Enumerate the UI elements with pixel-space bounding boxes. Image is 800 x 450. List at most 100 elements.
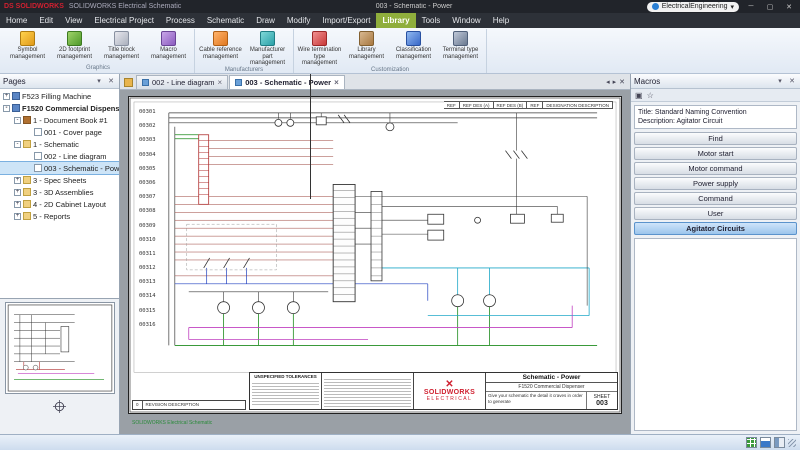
menu-tab-label: Electrical Project: [94, 16, 154, 25]
ribbon-button-label: Title block management: [103, 47, 140, 60]
tree-expander-icon[interactable]: +: [3, 92, 10, 100]
wire-number-column: 00301 00302 00303 00304 00305 00306 0030…: [139, 109, 156, 336]
left-dock: Pages ▾ ✕ + F523 Filling Machine - F1520…: [0, 74, 120, 434]
macro-group-button[interactable]: User: [634, 207, 797, 220]
menu-tab[interactable]: Home: [0, 13, 33, 28]
grid-view-icon[interactable]: [746, 437, 757, 448]
menu-tab[interactable]: Tools: [416, 13, 447, 28]
menu-tab[interactable]: Window: [446, 13, 486, 28]
ribbon-button[interactable]: Wire termination type management: [296, 29, 343, 67]
tree-item-label: 1 - Document Book #1: [33, 115, 108, 125]
ribbon-button[interactable]: Library management: [343, 29, 390, 67]
macro-palette-area[interactable]: [634, 238, 797, 431]
ribbon-button[interactable]: Manufacturer part management: [244, 29, 291, 67]
tree-expander-icon[interactable]: +: [14, 176, 21, 184]
tree-item[interactable]: - 1 - Schematic: [0, 138, 119, 150]
favorites-icon[interactable]: ☆: [647, 91, 654, 100]
ribbon-button[interactable]: Symbol management: [4, 29, 51, 65]
status-bar: [0, 434, 800, 450]
pin-icon[interactable]: ▾: [94, 77, 104, 85]
application-window: DS SOLIDWORKS SOLIDWORKS Electrical Sche…: [0, 0, 800, 450]
layout-view-icon[interactable]: [774, 437, 785, 448]
tab-close-icon[interactable]: ×: [334, 78, 339, 87]
ribbon-button[interactable]: Classification management: [390, 29, 437, 67]
minimize-button[interactable]: ─: [744, 3, 758, 10]
ribbon-group-manufacturers: Cable reference management Manufacturer …: [195, 29, 294, 73]
preview-panel: [0, 299, 119, 434]
wire-number: 00315: [139, 307, 156, 314]
blue-wires: [174, 267, 429, 301]
tree-item-icon: [34, 152, 42, 160]
maximize-button[interactable]: ▢: [763, 3, 777, 11]
page-thumbnail[interactable]: [4, 302, 115, 394]
close-button[interactable]: ✕: [782, 3, 796, 11]
ribbon-button-label: Library management: [348, 47, 385, 60]
document-tab[interactable]: 003 - Schematic - Power ×: [229, 75, 345, 89]
menu-tab[interactable]: Draw: [250, 13, 281, 28]
menu-tab[interactable]: Modify: [281, 13, 317, 28]
tree-item[interactable]: + 3 - 3D Assemblies: [0, 186, 119, 198]
pan-origin-icon[interactable]: [53, 400, 66, 413]
close-panel-icon[interactable]: ✕: [787, 77, 797, 85]
wire-number: 00313: [139, 279, 156, 286]
ribbon-button[interactable]: Macro management: [145, 29, 192, 65]
tree-expander-icon[interactable]: +: [14, 200, 21, 208]
ribbon-button[interactable]: Cable reference management: [197, 29, 244, 67]
schematic-page[interactable]: 00301 00302 00303 00304 00305 00306 0030…: [128, 96, 622, 414]
tree-item[interactable]: - F1520 Commercial Dispenser: [0, 102, 119, 114]
macro-group-button[interactable]: Motor start: [634, 147, 797, 160]
macro-group-button[interactable]: Find: [634, 132, 797, 145]
scroll-tabs-right-icon[interactable]: ▸: [613, 78, 617, 86]
solidworks-electrical-logo: ✕ SOLIDWORKS ELECTRICAL: [414, 373, 486, 409]
tab-controls: ◂ ▸ ✕: [603, 78, 628, 89]
close-tab-group-icon[interactable]: ✕: [619, 78, 625, 86]
scroll-tabs-left-icon[interactable]: ◂: [606, 78, 610, 86]
ribbon-button-label: Manufacturer part management: [249, 47, 286, 66]
tree-item[interactable]: + F523 Filling Machine: [0, 90, 119, 102]
tree-expander-icon[interactable]: +: [14, 212, 21, 220]
drawing-canvas[interactable]: 00301 00302 00303 00304 00305 00306 0030…: [120, 90, 630, 434]
resize-grip[interactable]: [788, 438, 796, 447]
close-panel-icon[interactable]: ✕: [106, 77, 116, 85]
tree-item[interactable]: 002 - Line diagram: [0, 150, 119, 162]
macro-group-button[interactable]: Power supply: [634, 177, 797, 190]
user-account-button[interactable]: ElectricalEngineering ▾: [646, 1, 739, 12]
ribbon-button[interactable]: 2D footprint management: [51, 29, 98, 65]
menu-tab[interactable]: Import/Export: [316, 13, 376, 28]
wire-number: 00308: [139, 208, 156, 215]
tree-item[interactable]: + 4 - 2D Cabinet Layout: [0, 198, 119, 210]
tree-item[interactable]: - 1 - Document Book #1: [0, 114, 119, 126]
tab-close-icon[interactable]: ×: [218, 78, 223, 87]
new-palette-icon[interactable]: ▣: [635, 91, 643, 100]
tree-item[interactable]: + 3 - Spec Sheets: [0, 174, 119, 186]
menu-tab[interactable]: Process: [160, 13, 201, 28]
menu-tab[interactable]: Schematic: [201, 13, 250, 28]
menu-tab[interactable]: Help: [487, 13, 515, 28]
macro-group-button[interactable]: Motor command: [634, 162, 797, 175]
menu-tab[interactable]: Edit: [33, 13, 59, 28]
macro-group-button[interactable]: Agitator Circuits: [634, 222, 797, 235]
sheet-number-cell: SHEET 003: [587, 392, 617, 409]
menu-tab[interactable]: View: [59, 13, 88, 28]
tree-expander-icon[interactable]: -: [3, 104, 10, 112]
pin-icon[interactable]: ▾: [775, 77, 785, 85]
macro-group-button[interactable]: Command: [634, 192, 797, 205]
ribbon-button[interactable]: Title block management: [98, 29, 145, 65]
tree-item-label: F1520 Commercial Dispenser: [22, 103, 119, 113]
pages-tree: + F523 Filling Machine - F1520 Commercia…: [0, 89, 119, 298]
enclosure-boundary: [186, 223, 277, 271]
data-browser-icon[interactable]: [760, 437, 771, 448]
tree-expander-icon[interactable]: +: [14, 188, 21, 196]
tree-item-icon: [12, 92, 20, 100]
document-tab[interactable]: 002 - Line diagram ×: [136, 75, 229, 89]
menu-tab-label: Home: [6, 16, 28, 25]
tree-item[interactable]: 003 - Schematic - Power: [0, 161, 119, 175]
tree-item[interactable]: 001 - Cover page: [0, 126, 119, 138]
ribbon-button[interactable]: Terminal type management: [437, 29, 484, 67]
tree-expander-icon[interactable]: -: [14, 116, 21, 124]
tree-item[interactable]: + 5 - Reports: [0, 210, 119, 222]
menu-tab[interactable]: Electrical Project: [88, 13, 160, 28]
menu-tab[interactable]: Library: [376, 13, 416, 28]
tree-expander-icon[interactable]: -: [14, 140, 21, 148]
macros-panel-title: Macros: [634, 76, 661, 86]
